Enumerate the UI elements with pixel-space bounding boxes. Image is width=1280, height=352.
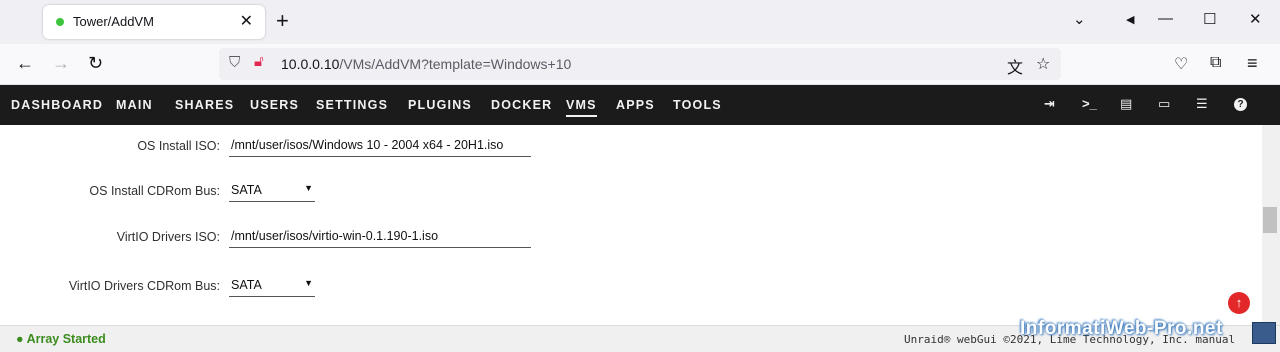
terminal-icon[interactable]: >_ xyxy=(1082,96,1097,111)
maximize-icon[interactable]: ☐ xyxy=(1203,10,1216,28)
watermark-laptop-icon xyxy=(1252,322,1276,344)
browser-nav-bar: ← → ↻ ⛉ 🔓︎ 10.0.0.10/VMs/AddVM?template=… xyxy=(0,44,1280,85)
favicon-icon xyxy=(56,18,64,26)
shield-icon[interactable]: ⛉ xyxy=(229,54,240,71)
bookmark-star-icon[interactable]: ☆ xyxy=(1036,54,1050,74)
main-menu-bar: DASHBOARD MAIN SHARES USERS SETTINGS PLU… xyxy=(0,85,1280,125)
virtio-iso-label: VirtIO Drivers ISO: xyxy=(116,230,220,244)
os-install-iso-label: OS Install ISO: xyxy=(137,139,220,153)
array-status: ● Array Started xyxy=(16,332,106,346)
array-status-text: Array Started xyxy=(26,332,106,346)
close-window-icon[interactable]: ✕ xyxy=(1249,10,1262,28)
pocket-icon[interactable]: ♡ xyxy=(1174,54,1188,74)
insecure-lock-icon[interactable]: 🔓︎ xyxy=(254,53,264,70)
minimize-icon[interactable]: — xyxy=(1158,10,1173,27)
vm-form: OS Install ISO: /mnt/user/isos/Windows 1… xyxy=(0,125,1262,325)
reload-icon[interactable]: ↻ xyxy=(88,53,103,74)
os-install-bus-value: SATA xyxy=(231,183,262,197)
virtio-iso-input[interactable]: /mnt/user/isos/virtio-win-0.1.190-1.iso xyxy=(229,227,531,248)
url-host: 10.0.0.10 xyxy=(281,56,340,72)
help-icon[interactable]: ? xyxy=(1234,98,1247,111)
virtio-bus-select[interactable]: SATA ▼ xyxy=(229,276,315,297)
virtio-bus-value: SATA xyxy=(231,278,262,292)
browser-tab-bar: Tower/AddVM ✕ + ⌄ ◀ — ☐ ✕ xyxy=(0,0,1280,44)
url-path: /VMs/AddVM?template=Windows+10 xyxy=(339,56,572,72)
menu-vms[interactable]: VMS xyxy=(566,98,597,117)
tab-list-chevron-icon[interactable]: ⌄ xyxy=(1073,10,1086,28)
address-bar[interactable]: ⛉ 🔓︎ 10.0.0.10/VMs/AddVM?template=Window… xyxy=(219,48,1061,80)
menu-plugins[interactable]: PLUGINS xyxy=(408,98,472,112)
speaker-icon: ◀ xyxy=(1126,14,1135,26)
menu-users[interactable]: USERS xyxy=(250,98,299,112)
menu-apps[interactable]: APPS xyxy=(616,98,655,112)
menu-docker[interactable]: DOCKER xyxy=(491,98,552,112)
monitor-icon[interactable]: ▭ xyxy=(1158,96,1170,112)
menu-main[interactable]: MAIN xyxy=(116,98,153,112)
logout-icon[interactable]: ⇥ xyxy=(1044,96,1055,112)
menu-dashboard[interactable]: DASHBOARD xyxy=(11,98,103,112)
menu-tools[interactable]: TOOLS xyxy=(673,98,722,112)
tab-title: Tower/AddVM xyxy=(73,14,154,29)
menu-shares[interactable]: SHARES xyxy=(175,98,234,112)
forward-icon[interactable]: → xyxy=(52,53,70,74)
url-text[interactable]: 10.0.0.10/VMs/AddVM?template=Windows+10 xyxy=(281,56,571,72)
os-install-bus-label: OS Install CDRom Bus: xyxy=(89,184,220,198)
app-menu-icon[interactable]: ≡ xyxy=(1247,53,1258,74)
translate-icon[interactable]: 文 xyxy=(1007,54,1023,78)
scrollbar-thumb[interactable] xyxy=(1263,207,1277,233)
new-tab-icon[interactable]: + xyxy=(276,9,289,33)
back-icon[interactable]: ← xyxy=(16,53,34,74)
log-icon[interactable]: ☰ xyxy=(1196,96,1208,112)
menu-settings[interactable]: SETTINGS xyxy=(316,98,388,112)
dropdown-arrow-icon: ▼ xyxy=(304,278,313,288)
feedback-icon[interactable]: ▤ xyxy=(1120,96,1132,112)
scroll-to-top-icon[interactable]: ↑ xyxy=(1228,292,1250,314)
browser-tab[interactable]: Tower/AddVM ✕ xyxy=(43,5,265,39)
dropdown-arrow-icon: ▼ xyxy=(304,183,313,193)
extensions-icon[interactable]: ⧉ xyxy=(1210,54,1221,72)
close-tab-icon[interactable]: ✕ xyxy=(240,11,253,31)
os-install-bus-select[interactable]: SATA ▼ xyxy=(229,181,315,202)
virtio-bus-label: VirtIO Drivers CDRom Bus: xyxy=(68,279,220,293)
watermark-text: InformatiWeb-Pro.net xyxy=(1020,318,1223,339)
os-install-iso-input[interactable]: /mnt/user/isos/Windows 10 - 2004 x64 - 2… xyxy=(229,136,531,157)
